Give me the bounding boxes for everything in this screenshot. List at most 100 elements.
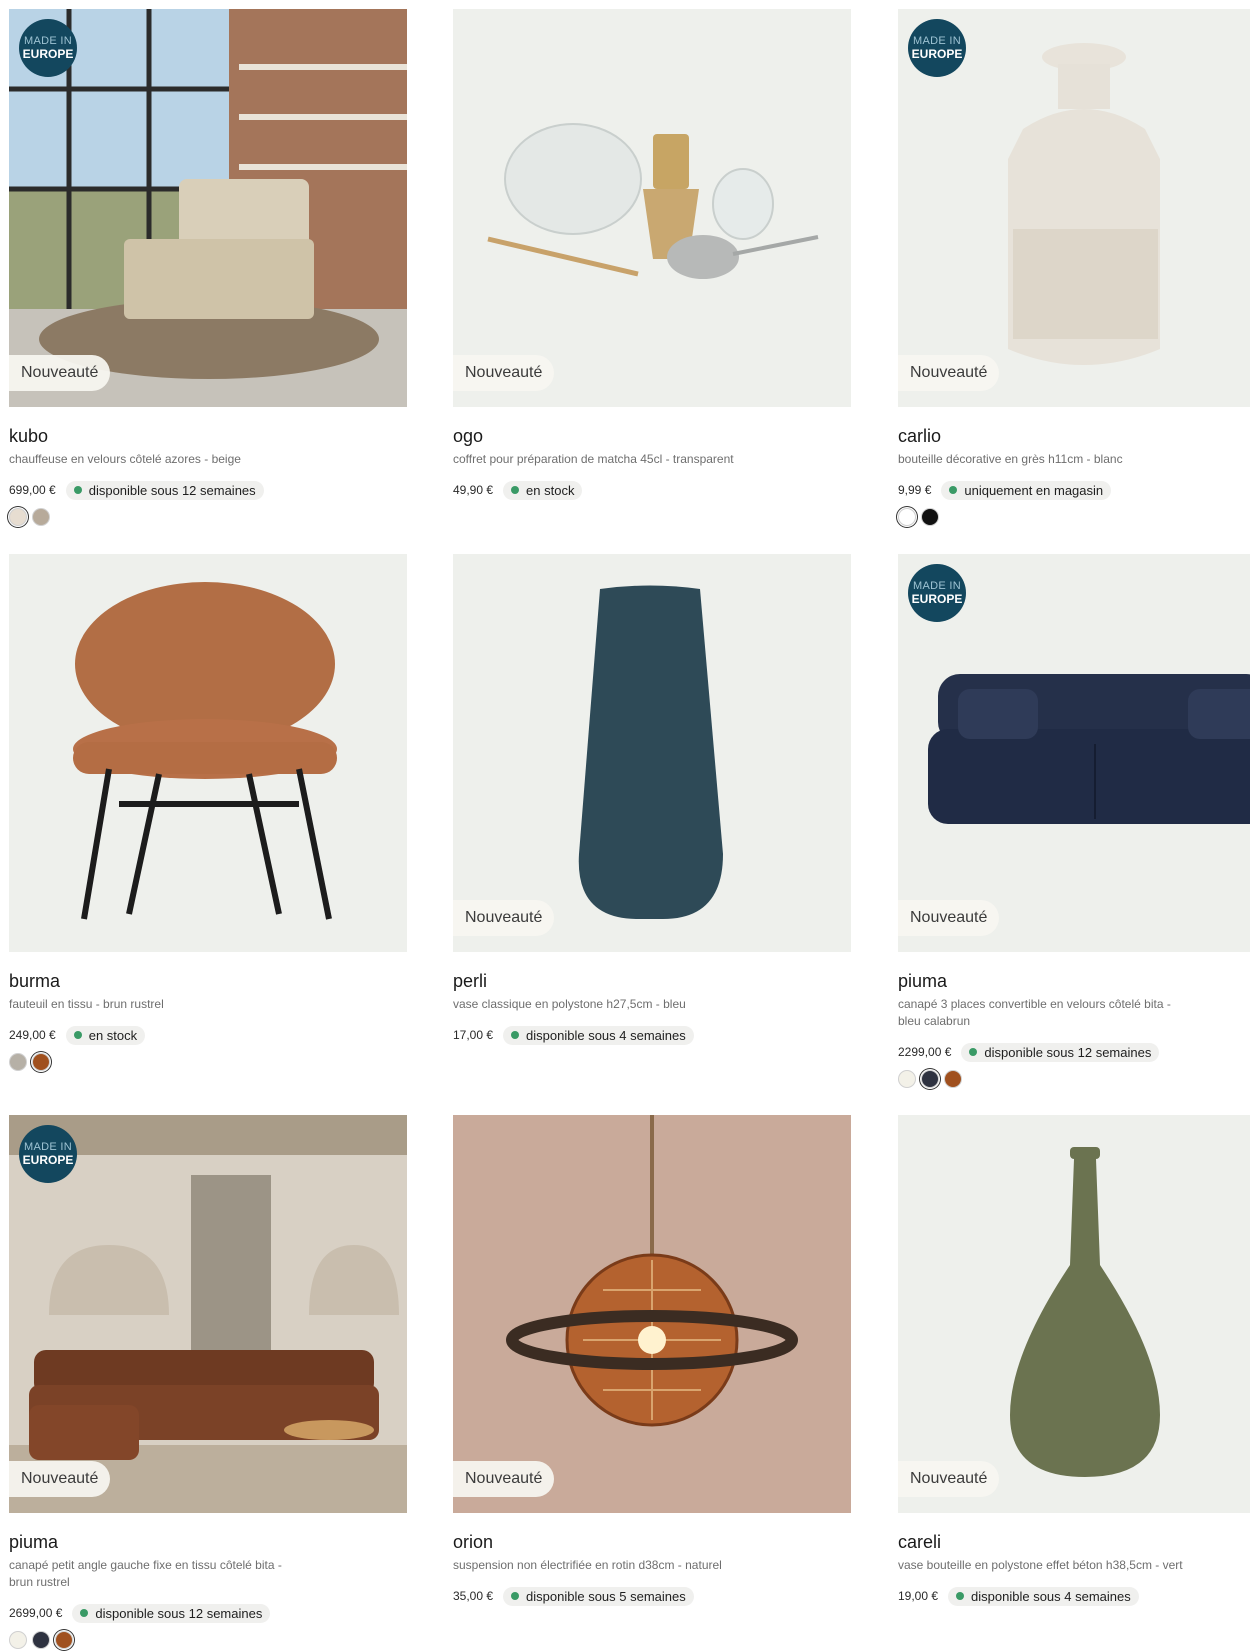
color-swatches bbox=[898, 1070, 1250, 1088]
availability-badge: disponible sous 12 semaines bbox=[961, 1042, 1160, 1062]
product-card[interactable]: Nouveauté careli vase bouteille en polys… bbox=[898, 1115, 1250, 1606]
product-image[interactable]: MADE IN EUROPE Nouveauté bbox=[9, 9, 407, 407]
product-price: 49,90 € bbox=[453, 483, 494, 497]
new-tag: Nouveauté bbox=[9, 1461, 111, 1497]
availability-badge: en stock bbox=[65, 1025, 146, 1045]
product-name[interactable]: piuma bbox=[9, 1531, 407, 1553]
product-card[interactable]: MADE IN EUROPE Nouveauté piuma canapé 3 … bbox=[898, 554, 1250, 1088]
availability-badge: uniquement en magasin bbox=[941, 480, 1112, 500]
color-swatch[interactable] bbox=[944, 1070, 962, 1088]
product-meta: 249,00 € en stock bbox=[9, 1025, 407, 1045]
color-swatch[interactable] bbox=[32, 1631, 50, 1649]
product-price: 2299,00 € bbox=[898, 1045, 952, 1059]
product-image[interactable]: MADE IN EUROPE Nouveauté bbox=[9, 1115, 407, 1513]
product-meta: 35,00 € disponible sous 5 semaines bbox=[453, 1586, 851, 1606]
product-price: 2699,00 € bbox=[9, 1606, 63, 1620]
product-card[interactable]: Nouveauté orion suspension non électrifi… bbox=[453, 1115, 851, 1606]
color-swatch[interactable] bbox=[898, 508, 916, 526]
product-meta: 2699,00 € disponible sous 12 semaines bbox=[9, 1603, 407, 1623]
product-card[interactable]: MADE IN EUROPE Nouveauté piuma canapé pe… bbox=[9, 1115, 407, 1649]
product-name[interactable]: kubo bbox=[9, 425, 407, 447]
color-swatch[interactable] bbox=[898, 1070, 916, 1088]
color-swatch[interactable] bbox=[32, 508, 50, 526]
product-price: 17,00 € bbox=[453, 1028, 494, 1042]
made-in-europe-badge: MADE IN EUROPE bbox=[19, 19, 77, 77]
color-swatch[interactable] bbox=[921, 508, 939, 526]
availability-text: disponible sous 12 semaines bbox=[984, 1044, 1152, 1060]
badge-line2: EUROPE bbox=[911, 592, 963, 606]
product-description: suspension non électrifiée en rotin d38c… bbox=[453, 1558, 722, 1572]
product-image[interactable]: Nouveauté bbox=[453, 554, 851, 952]
product-description: fauteuil en tissu - brun rustrel bbox=[9, 997, 164, 1011]
product-image[interactable]: Nouveauté bbox=[898, 1115, 1250, 1513]
product-meta: 699,00 € disponible sous 12 semaines bbox=[9, 480, 407, 500]
color-swatches bbox=[9, 1053, 407, 1071]
availability-badge: disponible sous 5 semaines bbox=[503, 1586, 694, 1606]
availability-text: disponible sous 4 semaines bbox=[526, 1027, 686, 1043]
new-tag: Nouveauté bbox=[9, 355, 111, 391]
product-card[interactable]: MADE IN EUROPE Nouveauté carlio bouteill… bbox=[898, 9, 1250, 526]
product-image[interactable]: Nouveauté bbox=[453, 1115, 851, 1513]
product-card[interactable]: MADE IN EUROPE Nouveauté kubo chauffeuse… bbox=[9, 9, 407, 526]
product-description: canapé 3 places convertible en velours c… bbox=[898, 997, 1171, 1028]
availability-badge: disponible sous 4 semaines bbox=[948, 1586, 1139, 1606]
product-image[interactable] bbox=[9, 554, 407, 952]
product-name[interactable]: perli bbox=[453, 970, 851, 992]
new-tag: Nouveauté bbox=[453, 355, 555, 391]
color-swatches bbox=[9, 1631, 407, 1649]
color-swatch[interactable] bbox=[9, 508, 27, 526]
product-card[interactable]: Nouveauté perli vase classique en polyst… bbox=[453, 554, 851, 1045]
availability-text: disponible sous 5 semaines bbox=[526, 1588, 686, 1604]
product-description: coffret pour préparation de matcha 45cl … bbox=[453, 452, 734, 466]
new-tag: Nouveauté bbox=[898, 900, 1000, 936]
product-name[interactable]: carlio bbox=[898, 425, 1250, 447]
made-in-europe-badge: MADE IN EUROPE bbox=[19, 1125, 77, 1183]
availability-dot-icon bbox=[511, 1592, 520, 1600]
product-meta: 9,99 € uniquement en magasin bbox=[898, 480, 1250, 500]
availability-dot-icon bbox=[73, 486, 82, 494]
rattan-pendant-photo bbox=[453, 1115, 851, 1513]
availability-text: disponible sous 12 semaines bbox=[88, 482, 256, 498]
availability-dot-icon bbox=[511, 1031, 520, 1039]
lounge-chair-photo bbox=[9, 9, 407, 407]
availability-text: uniquement en magasin bbox=[964, 482, 1104, 498]
product-name[interactable]: piuma bbox=[898, 970, 1250, 992]
matcha-set-photo bbox=[453, 9, 851, 407]
product-name[interactable]: ogo bbox=[453, 425, 851, 447]
product-meta: 2299,00 € disponible sous 12 semaines bbox=[898, 1042, 1250, 1062]
color-swatch[interactable] bbox=[55, 1631, 73, 1649]
availability-dot-icon bbox=[949, 486, 958, 494]
availability-badge: disponible sous 4 semaines bbox=[503, 1025, 694, 1045]
product-name[interactable]: careli bbox=[898, 1531, 1250, 1553]
product-price: 699,00 € bbox=[9, 483, 56, 497]
product-card[interactable]: Nouveauté ogo coffret pour préparation d… bbox=[453, 9, 851, 500]
color-swatch[interactable] bbox=[921, 1070, 939, 1088]
product-meta: 17,00 € disponible sous 4 semaines bbox=[453, 1025, 851, 1045]
product-meta: 49,90 € en stock bbox=[453, 480, 851, 500]
product-price: 19,00 € bbox=[898, 1589, 939, 1603]
product-price: 9,99 € bbox=[898, 483, 932, 497]
product-price: 35,00 € bbox=[453, 1589, 494, 1603]
product-image[interactable]: MADE IN EUROPE Nouveauté bbox=[898, 9, 1250, 407]
color-swatch[interactable] bbox=[9, 1053, 27, 1071]
product-image[interactable]: MADE IN EUROPE Nouveauté bbox=[898, 554, 1250, 952]
product-card[interactable]: burma fauteuil en tissu - brun rustrel 2… bbox=[9, 554, 407, 1071]
color-swatch[interactable] bbox=[32, 1053, 50, 1071]
availability-badge: en stock bbox=[503, 480, 583, 500]
made-in-europe-badge: MADE IN EUROPE bbox=[908, 564, 966, 622]
color-swatch[interactable] bbox=[9, 1631, 27, 1649]
product-image[interactable]: Nouveauté bbox=[453, 9, 851, 407]
product-name[interactable]: orion bbox=[453, 1531, 851, 1553]
availability-text: en stock bbox=[526, 482, 575, 498]
product-price: 249,00 € bbox=[9, 1028, 56, 1042]
product-name[interactable]: burma bbox=[9, 970, 407, 992]
product-description: chauffeuse en velours côtelé azores - be… bbox=[9, 452, 241, 466]
badge-line2: EUROPE bbox=[22, 47, 74, 61]
new-tag: Nouveauté bbox=[898, 355, 1000, 391]
availability-dot-icon bbox=[511, 486, 520, 494]
product-description: canapé petit angle gauche fixe en tissu … bbox=[9, 1558, 282, 1589]
availability-text: disponible sous 12 semaines bbox=[95, 1605, 263, 1621]
color-swatches bbox=[898, 508, 1250, 526]
made-in-europe-badge: MADE IN EUROPE bbox=[908, 19, 966, 77]
new-tag: Nouveauté bbox=[453, 900, 555, 936]
